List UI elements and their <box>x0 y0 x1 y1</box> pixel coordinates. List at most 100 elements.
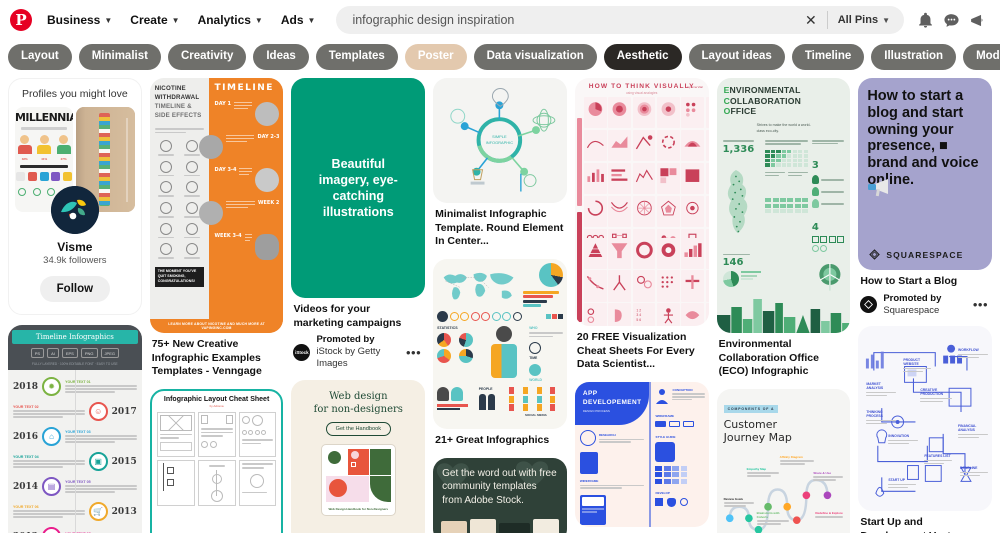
pin-image[interactable]: Get the word out with free community tem… <box>433 457 567 533</box>
pin-image[interactable]: ENVIRONMENTAL COLLABORATION OFFICE Striv… <box>716 78 851 333</box>
chart-icon <box>632 162 656 195</box>
pinterest-logo[interactable]: P <box>10 9 32 31</box>
chevron-down-icon: ▼ <box>104 15 113 25</box>
all-pins-dropdown[interactable]: All Pins ▼ <box>828 14 900 26</box>
nav-item-business[interactable]: Business ▼ <box>38 8 121 32</box>
stage-label: DAY 3-4 <box>214 167 237 173</box>
chart-icon <box>608 162 632 195</box>
grid-column-4: SIMPLE INFOGRAPHIC Minimalist Infographi… <box>433 78 567 533</box>
pin-image[interactable]: NICOTINE WITHDRAWAL TIMELINE & SIDE EFFE… <box>149 78 284 333</box>
filter-pill-illustration[interactable]: Illustration <box>871 44 957 70</box>
pin-card-timeline-infographics[interactable]: Timeline Infographics PS AI EPS PNG JPEG… <box>8 325 142 533</box>
symptom-icon <box>160 243 173 256</box>
pin-image[interactable]: APP DEVELOPEMENT DESIGN PROCESS RESEARCH… <box>574 381 709 527</box>
chart-icon <box>705 129 709 162</box>
section-marker <box>576 212 582 322</box>
search-input[interactable] <box>352 13 795 27</box>
pin-image[interactable]: STATISTICS WHO TIME WORLD PEOPLE SOCIAL … <box>433 258 567 429</box>
pin-caption: 21+ Great Infographics <box>435 433 550 446</box>
timeline-year: 2016 <box>13 431 39 442</box>
timeline-node-icon: ⌂ <box>42 427 62 446</box>
pin-image[interactable]: Timeline Infographics PS AI EPS PNG JPEG… <box>8 325 142 533</box>
chart-icon <box>681 237 705 269</box>
pin-card-web-design-non-designers[interactable]: Web design for non-designers Get the Han… <box>291 379 426 533</box>
filter-pill-aesthetic[interactable]: Aesthetic <box>603 44 682 70</box>
pin-image[interactable]: SIMPLE INFOGRAPHIC <box>433 78 567 203</box>
pin-image[interactable]: How to start a blog and start owning you… <box>858 78 993 270</box>
format-chip: PS <box>30 348 45 358</box>
filter-pill-layout[interactable]: Layout <box>8 44 72 70</box>
pin-card-app-development[interactable]: APP DEVELOPEMENT DESIGN PROCESS RESEARCH… <box>574 381 709 527</box>
pin-card-eco-infographic[interactable]: ENVIRONMENTAL COLLABORATION OFFICE Striv… <box>716 78 851 379</box>
top-navigation-bar: P Business ▼ Create ▼ Analytics ▼ Ads ▼ … <box>0 0 1000 40</box>
eco-stat: 146 <box>722 257 744 269</box>
megaphone-icon[interactable] <box>964 7 990 33</box>
filter-pill-minimalist[interactable]: Minimalist <box>78 44 161 70</box>
pin-card-think-visually[interactable]: HOW TO THINK VISUALLY using visual analo… <box>574 78 709 372</box>
filter-pill-poster[interactable]: Poster <box>404 44 467 70</box>
pin-image[interactable]: Web design for non-designers Get the Han… <box>291 379 426 533</box>
pin-card-minimalist-template[interactable]: SIMPLE INFOGRAPHIC Minimalist Infographi… <box>433 78 567 249</box>
filter-pill-modern[interactable]: Modern <box>963 44 1000 70</box>
filter-pill-creativity[interactable]: Creativity <box>167 44 247 70</box>
chart-icon <box>583 303 607 326</box>
filter-pill-bar: Layout Minimalist Creativity Ideas Templ… <box>0 40 1000 74</box>
get-handbook-button[interactable]: Get the Handbook <box>325 421 391 436</box>
filter-pill-layout-ideas[interactable]: Layout ideas <box>688 44 785 70</box>
pin-card-istock-promoted[interactable]: Beautiful imagery, eye-catching illustra… <box>291 78 426 370</box>
filter-pill-data-visualization[interactable]: Data visualization <box>473 44 597 70</box>
pin-card-customer-journey-map[interactable]: COMPONENTS OF A Customer Journey Map Rev… <box>716 388 851 533</box>
nav-item-analytics[interactable]: Analytics ▼ <box>189 8 272 32</box>
pin-image[interactable]: Infographic Layout Cheat Sheet by Adioma <box>149 388 284 533</box>
symptom-icon <box>160 222 173 235</box>
ellipsis-icon[interactable]: ••• <box>404 345 423 360</box>
nav-label: Create <box>130 13 168 27</box>
pin-image[interactable]: HOW TO THINK VISUALLY using visual analo… <box>574 78 709 326</box>
chart-icon <box>608 303 632 326</box>
timeline-year: 2017 <box>111 406 137 417</box>
bell-icon[interactable] <box>912 7 938 33</box>
svg-text:5 6: 5 6 <box>636 318 641 322</box>
pin-card-squarespace-promoted[interactable]: How to start a blog and start owning you… <box>858 78 993 316</box>
layout-sample <box>238 411 277 458</box>
filter-pill-ideas[interactable]: Ideas <box>253 44 309 70</box>
svg-text:SIMPLE: SIMPLE <box>492 134 507 139</box>
symptom-icon <box>186 160 199 173</box>
timeline-rows: 2018 ✹ YOUR TEXT 01 2017 ☺ YOUR TEXT 02 <box>8 370 142 533</box>
pin-card-nicotine-withdrawal[interactable]: NICOTINE WITHDRAWAL TIMELINE & SIDE EFFE… <box>149 78 284 379</box>
pin-image[interactable]: Beautiful imagery, eye-catching illustra… <box>291 78 426 298</box>
ellipsis-icon[interactable]: ••• <box>971 297 990 312</box>
grid-column-3: Beautiful imagery, eye-catching illustra… <box>291 78 426 533</box>
filter-pill-timeline[interactable]: Timeline <box>791 44 865 70</box>
profile-card-title: Profiles you might love <box>22 88 128 100</box>
pin-image[interactable]: MARKET ANALYSIS PRODUCT WEBSITE WORKFLOW… <box>858 326 993 512</box>
svg-text:INFOGRAPHIC: INFOGRAPHIC <box>486 140 514 145</box>
chart-icon <box>656 97 680 129</box>
chat-icon[interactable] <box>938 7 964 33</box>
chevron-down-icon: ▼ <box>307 15 316 25</box>
pin-image[interactable]: COMPONENTS OF A Customer Journey Map Rev… <box>716 388 851 533</box>
city-skyline-illustration <box>716 281 851 333</box>
promoted-by-label: Promoted by <box>316 334 375 346</box>
avatar[interactable] <box>50 186 99 234</box>
journey-title: Customer Journey Map <box>723 417 792 444</box>
symptom-icon-grid <box>155 140 204 259</box>
pin-card-startup-development-vector[interactable]: MARKET ANALYSIS PRODUCT WEBSITE WORKFLOW… <box>858 326 993 533</box>
pin-card-great-infographics[interactable]: STATISTICS WHO TIME WORLD PEOPLE SOCIAL … <box>433 258 567 448</box>
filter-pill-templates[interactable]: Templates <box>315 44 398 70</box>
follow-button[interactable]: Follow <box>39 276 111 302</box>
cheat-sheet-grid <box>156 411 277 506</box>
pin-card-adobe-stock-promoted[interactable]: Get the word out with free community tem… <box>433 457 567 533</box>
search-bar[interactable]: ✕ All Pins ▼ <box>336 6 904 34</box>
pin-card-layout-cheat-sheet[interactable]: Infographic Layout Cheat Sheet by Adioma <box>149 388 284 533</box>
chevron-down-icon: ▼ <box>171 15 180 25</box>
chart-icon <box>681 195 705 228</box>
profile-recommendation-card[interactable]: Profiles you might love MILLENNIALS 32% <box>8 78 142 315</box>
chart-icon <box>632 237 656 269</box>
nav-item-create[interactable]: Create ▼ <box>121 8 188 32</box>
chart-icon <box>608 237 632 269</box>
profile-follower-count: 34.9k followers <box>43 255 107 266</box>
nav-item-ads[interactable]: Ads ▼ <box>272 8 325 32</box>
handbook-preview: Web Design Handbook for Non-Designers <box>320 443 397 517</box>
close-icon[interactable]: ✕ <box>795 13 827 27</box>
